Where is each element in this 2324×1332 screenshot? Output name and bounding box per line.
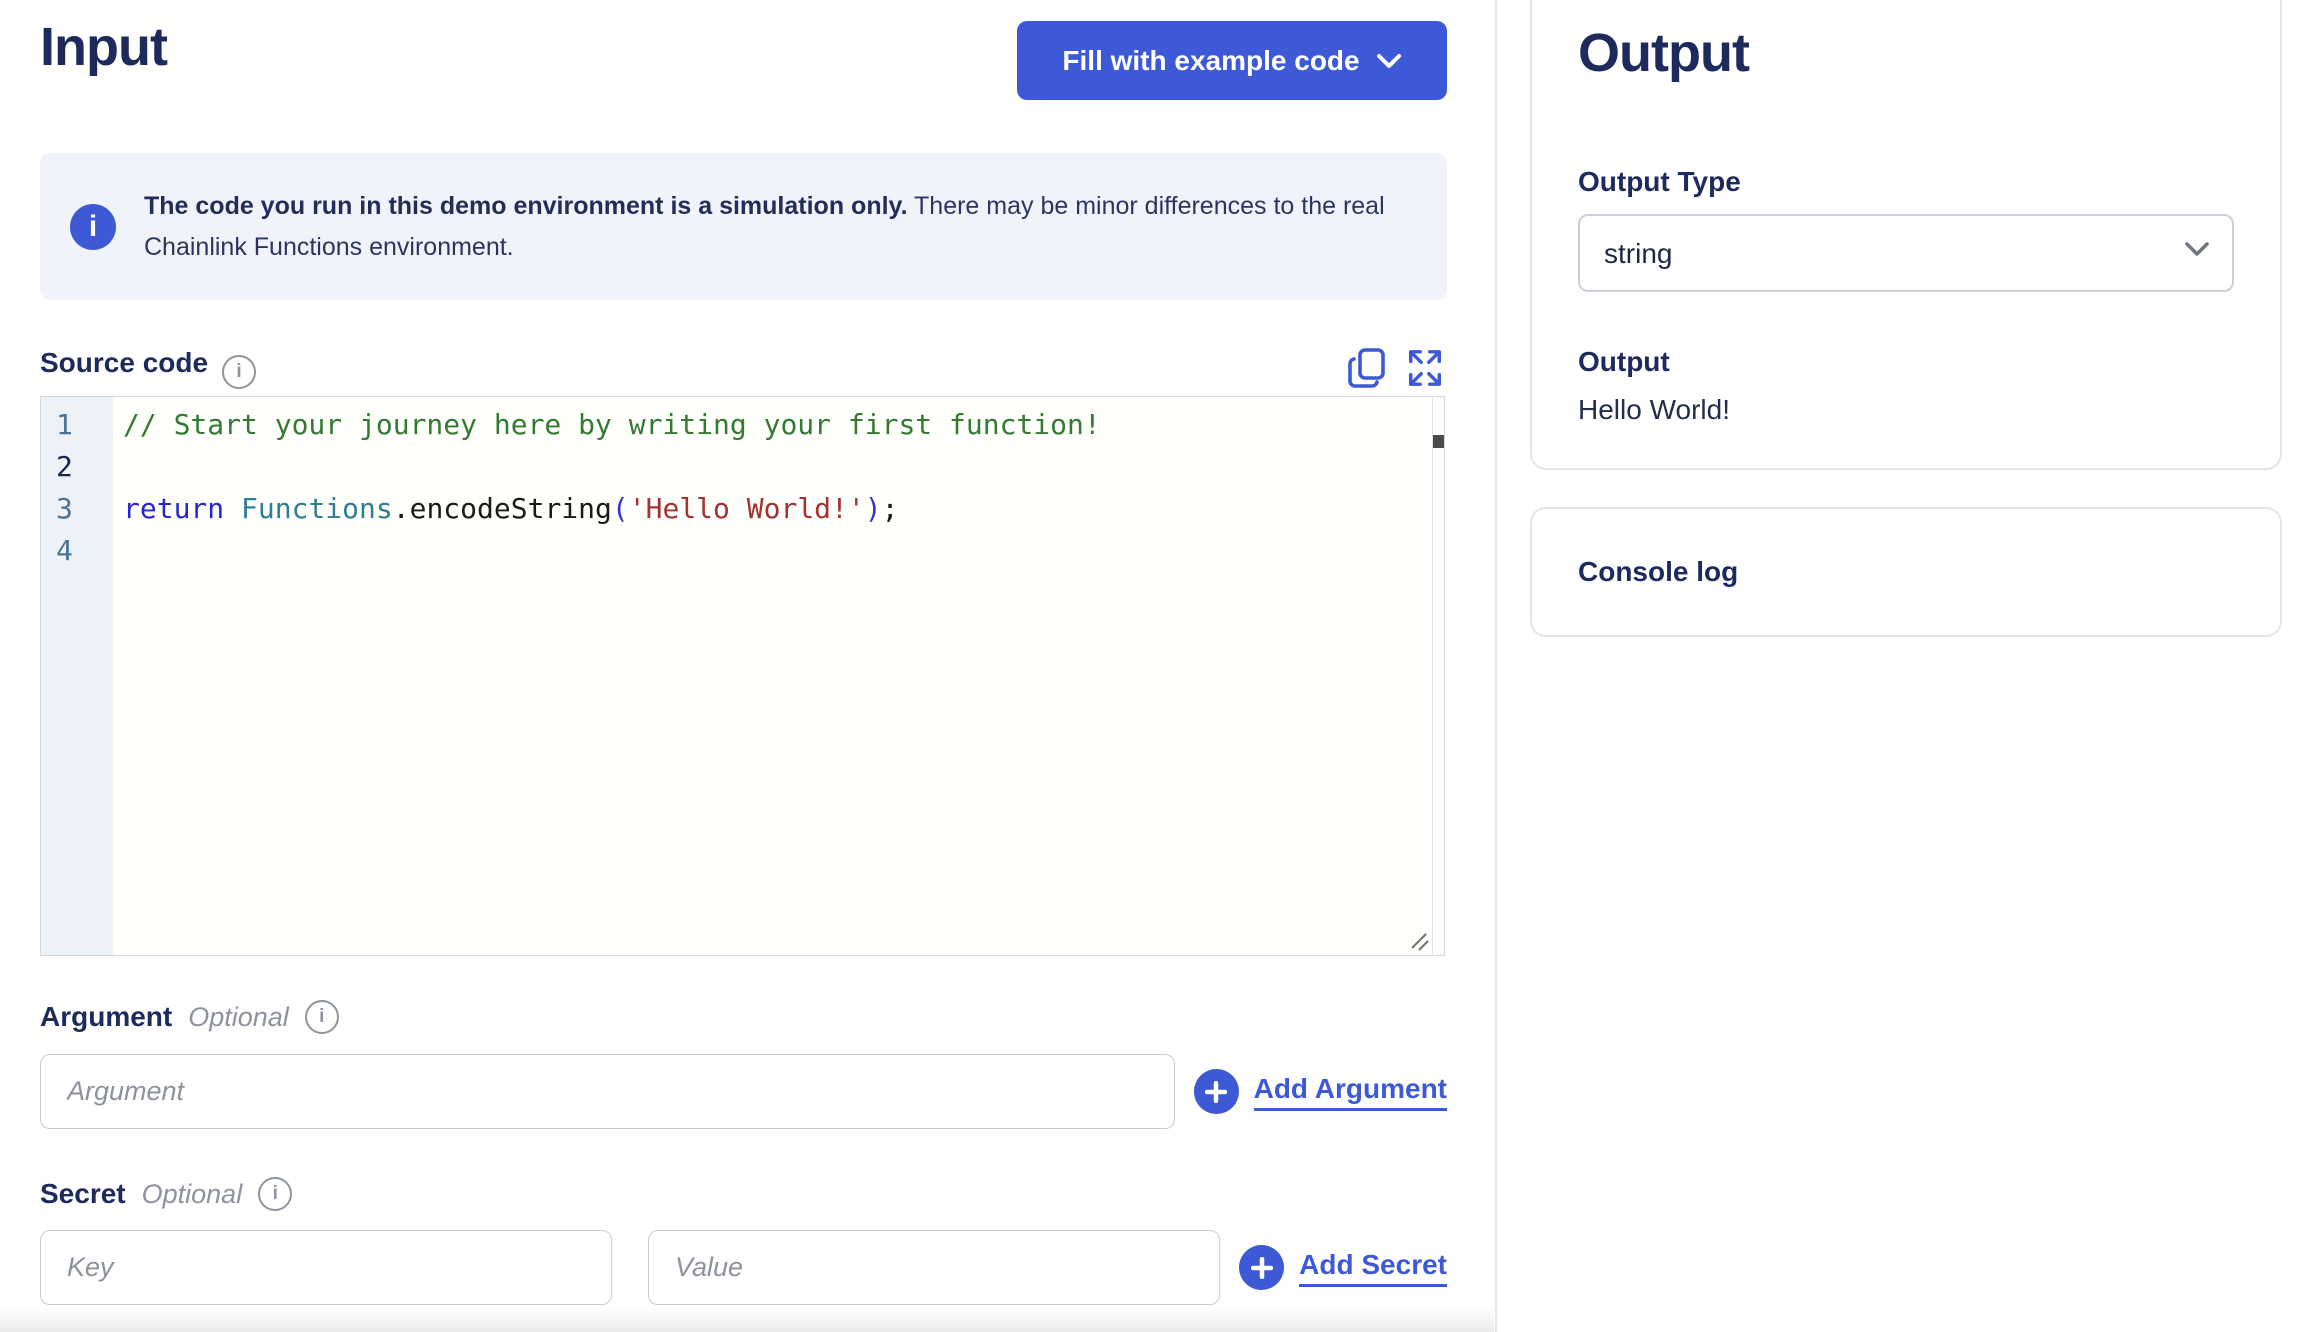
line-number-gutter: 1 2 3 4	[41, 397, 113, 955]
editor-scrollbar-thumb[interactable]	[1433, 435, 1444, 448]
expand-code-button[interactable]	[1405, 346, 1445, 390]
console-log-card: Console log	[1530, 507, 2282, 637]
add-secret-label: Add Secret	[1299, 1249, 1447, 1287]
secret-key-input[interactable]	[40, 1230, 612, 1305]
output-type-select[interactable]: string	[1578, 214, 2234, 292]
output-card: Output Output Type string Output Hello W…	[1530, 0, 2282, 470]
expand-icon	[1409, 350, 1441, 386]
code-line: // Start your journey here by writing yo…	[123, 408, 1101, 441]
banner-text: The code you run in this demo environmen…	[144, 191, 1385, 261]
console-log-title: Console log	[1578, 556, 1739, 587]
input-panel: Input Fill with example code i The code …	[40, 0, 1447, 1332]
copy-code-button[interactable]	[1347, 346, 1387, 390]
fill-button-label: Fill with example code	[1062, 44, 1360, 76]
source-code-info-icon[interactable]: i	[222, 355, 257, 389]
info-filled-icon: i	[70, 203, 116, 250]
secret-optional-label: Optional	[141, 1178, 243, 1209]
argument-input[interactable]	[40, 1054, 1175, 1129]
line-number: 2	[56, 450, 73, 483]
code-line: return Functions.encodeString('Hello Wor…	[123, 492, 899, 525]
chevron-down-icon	[1376, 53, 1401, 68]
editor-scrollbar[interactable]	[1432, 397, 1444, 955]
output-title: Output	[1578, 23, 1750, 83]
page-title: Input	[40, 17, 168, 77]
argument-info-icon[interactable]: i	[304, 1000, 339, 1034]
fill-with-example-code-button[interactable]: Fill with example code	[1017, 21, 1447, 100]
copy-icon	[1348, 348, 1385, 388]
output-value: Hello World!	[1578, 394, 1730, 425]
line-number: 4	[56, 534, 73, 567]
line-number: 1	[56, 408, 73, 441]
simulation-info-banner: i The code you run in this demo environm…	[40, 153, 1447, 300]
add-secret-button[interactable]: Add Secret	[1239, 1245, 1447, 1290]
secret-label: Secret	[40, 1178, 126, 1209]
line-number: 3	[56, 492, 73, 525]
add-argument-label: Add Argument	[1253, 1073, 1447, 1111]
argument-optional-label: Optional	[188, 1001, 289, 1032]
argument-label: Argument	[40, 1001, 173, 1032]
source-code-label: Source code	[40, 347, 209, 378]
secret-value-input[interactable]	[648, 1230, 1220, 1305]
code-editor[interactable]: 1 2 3 4 // Start your journey here by writi…	[40, 396, 1445, 956]
code-lines[interactable]: // Start your journey here by writing yo…	[113, 397, 1444, 955]
output-type-label: Output Type	[1578, 166, 1741, 197]
output-label: Output	[1578, 346, 1670, 377]
secret-info-icon[interactable]: i	[258, 1177, 293, 1211]
panel-divider	[1495, 0, 1497, 1332]
resize-handle-icon[interactable]	[1410, 932, 1430, 952]
add-argument-button[interactable]: Add Argument	[1193, 1069, 1447, 1114]
plus-circle-icon	[1193, 1069, 1239, 1114]
plus-circle-icon	[1239, 1245, 1285, 1290]
